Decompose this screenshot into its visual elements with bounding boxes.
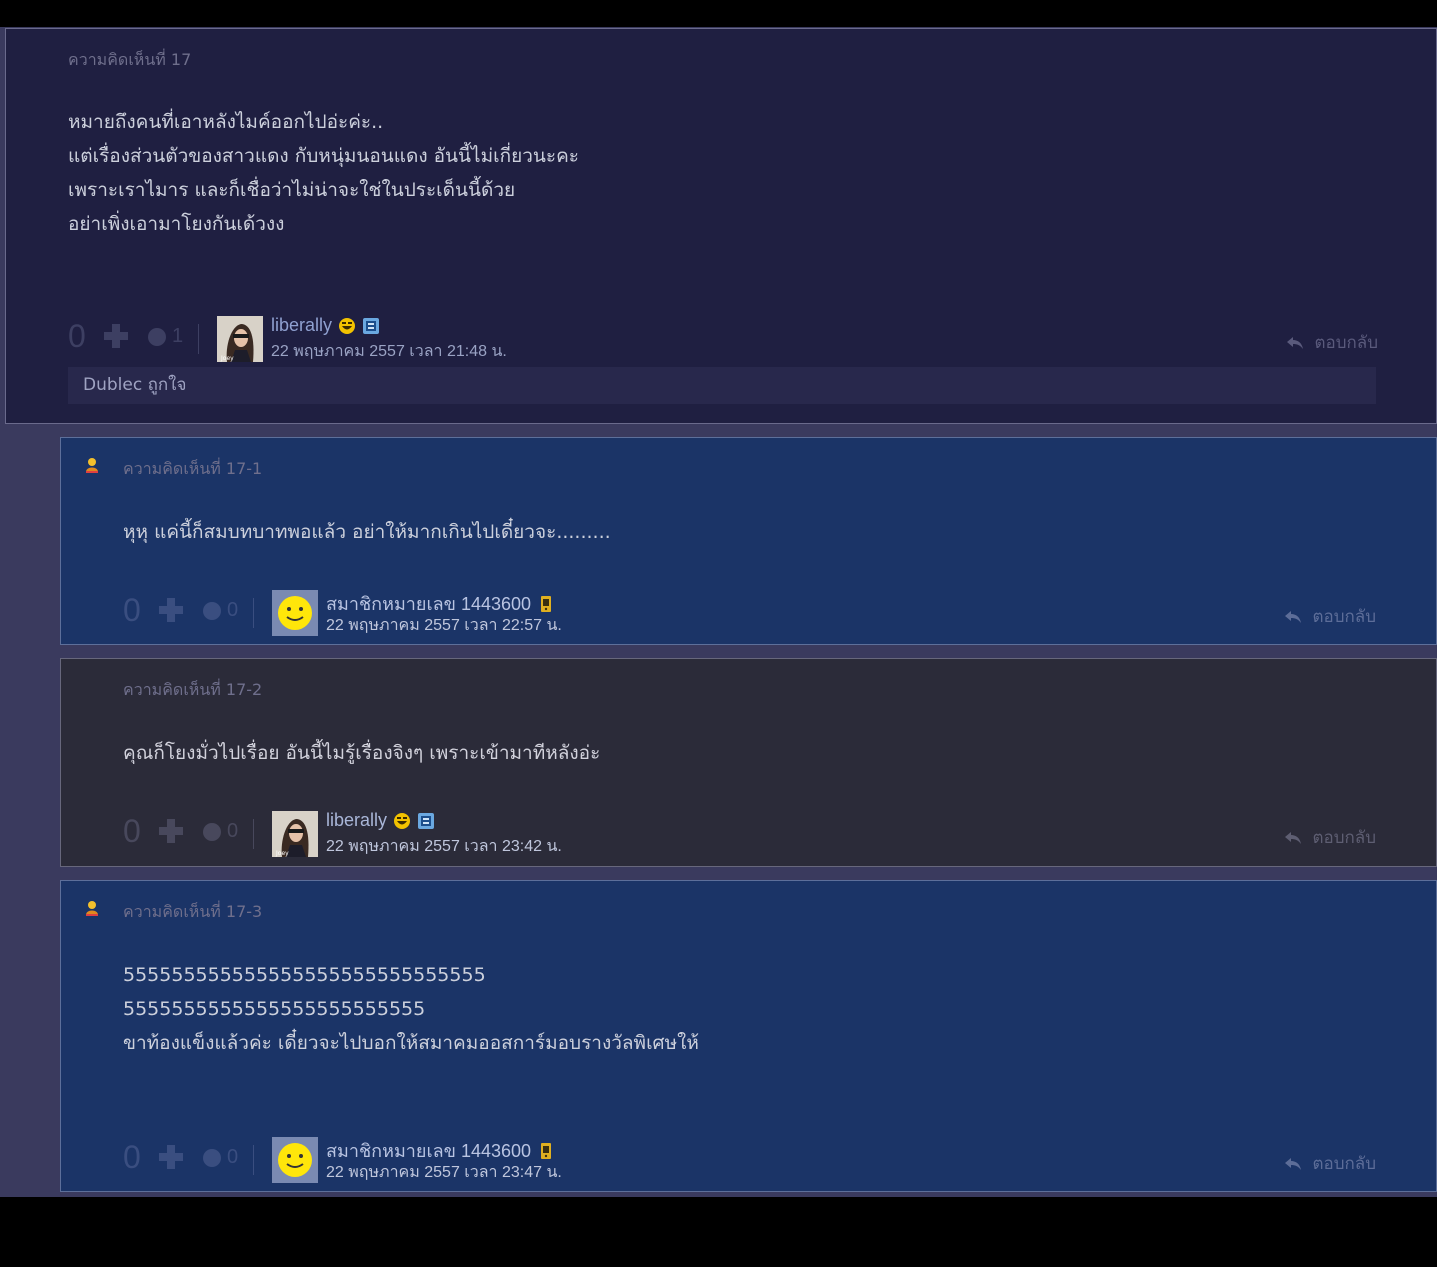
divider (253, 819, 254, 849)
emotion-button[interactable]: 0 (203, 1146, 238, 1169)
plus-icon[interactable] (157, 1143, 185, 1171)
comment-body: หมายถึงคนที่เอาหลังไมค์ออกไปอ่ะค่ะ.. แต่… (68, 105, 579, 241)
comment-number: ความคิดเห็นที่ 17-1 (123, 459, 263, 478)
comment-number: ความคิดเห็นที่ 17 (68, 50, 192, 69)
liked-by-note: Dublec ถูกใจ (68, 367, 1376, 404)
comment-footer: 0 0 สมาชิกหมายเลข 1443600 22 พฤษภาคม 255… (123, 586, 1376, 636)
timestamp: 22 พฤษภาคม 2557 เวลา 23:47 น. (326, 1164, 562, 1181)
user-avatar[interactable]: Joey (217, 316, 263, 362)
reply-arrow-icon (1285, 831, 1302, 844)
emotion-count: 0 (227, 599, 239, 621)
top-black-bar (0, 0, 1437, 27)
comment-footer: 0 0 สมาชิกหมายเลข 1443600 22 พฤษภาคม 255… (123, 1133, 1376, 1183)
username-link[interactable]: liberally (271, 315, 332, 336)
comment-17-2: ความคิดเห็นที่ 17-2 คุณก็โยงมั่วไปเรื่อย… (60, 658, 1437, 867)
comment-line: หมายถึงคนที่เอาหลังไมค์ออกไปอ่ะค่ะ.. (68, 111, 384, 133)
reply-button[interactable]: ตอบกลับ (1284, 824, 1376, 851)
timestamp: 22 พฤษภาคม 2557 เวลา 23:42 น. (326, 838, 562, 855)
comment-body: คุณก็โยงมั่วไปเรื่อย อันนี้ไมรู้เรื่องจิ… (123, 736, 600, 770)
reply-button[interactable]: ตอบกลับ (1284, 1150, 1376, 1177)
comment-17: ความคิดเห็นที่ 17 หมายถึงคนที่เอาหลังไมค… (5, 28, 1437, 424)
comment-line: เพราะเราไมาร และก็เชื่อว่าไม่น่าจะใช่ในป… (68, 179, 516, 201)
emotion-count: 1 (172, 325, 184, 347)
topic-owner-icon (86, 901, 98, 916)
divider (198, 324, 199, 354)
reply-arrow-icon (1285, 610, 1302, 623)
comment-line: หุหุ แค่นี้ก็สมบทบาทพอแล้ว อย่าให้มากเกิ… (123, 521, 611, 543)
blog-badge-icon (418, 812, 435, 829)
timestamp: 22 พฤษภาคม 2557 เวลา 21:48 น. (271, 343, 507, 360)
laugh-emoji-icon (394, 812, 411, 829)
reply-button[interactable]: ตอบกลับ (1286, 329, 1378, 356)
svg-text:Joey: Joey (275, 850, 289, 857)
topic-owner-icon (86, 458, 98, 473)
user-info: liberally (326, 810, 435, 831)
smiley-avatar[interactable] (272, 590, 318, 636)
emotion-button[interactable]: 0 (203, 820, 238, 843)
emotion-button[interactable]: 0 (203, 599, 238, 622)
comment-line: คุณก็โยงมั่วไปเรื่อย อันนี้ไมรู้เรื่องจิ… (123, 742, 601, 764)
reply-label: ตอบกลับ (1312, 1154, 1376, 1174)
user-avatar[interactable]: Joey (272, 811, 318, 857)
comment-17-1: ความคิดเห็นที่ 17-1 หุหุ แค่นี้ก็สมบทบาท… (60, 437, 1437, 645)
reply-label: ตอบกลับ (1312, 828, 1376, 848)
timestamp: 22 พฤษภาคม 2557 เวลา 22:57 น. (326, 617, 562, 634)
plus-icon[interactable] (157, 596, 185, 624)
comment-line: 5555555555555555555555555 (123, 998, 426, 1020)
emotion-icon (203, 1148, 221, 1167)
mobile-badge-icon (541, 595, 552, 612)
comment-body: หุหุ แค่นี้ก็สมบทบาทพอแล้ว อย่าให้มากเกิ… (123, 515, 611, 549)
comment-thread: ความคิดเห็นที่ 17 หมายถึงคนที่เอาหลังไมค… (0, 27, 1437, 1197)
bottom-black-bar (0, 1197, 1437, 1267)
divider (253, 598, 254, 628)
vote-count: 0 (68, 318, 86, 354)
blog-badge-icon (363, 317, 380, 334)
emotion-icon (203, 601, 221, 620)
user-info: liberally (271, 315, 380, 336)
emotion-count: 0 (227, 1146, 239, 1168)
comment-line: อย่าเพิ่งเอามาโยงกันเด้วงง (68, 213, 285, 235)
smiley-avatar[interactable] (272, 1137, 318, 1183)
reply-arrow-icon (1285, 1157, 1302, 1170)
reply-arrow-icon (1287, 336, 1304, 349)
vote-count: 0 (123, 813, 141, 849)
comment-17-3: ความคิดเห็นที่ 17-3 55555555555555555555… (60, 880, 1437, 1192)
laugh-emoji-icon (339, 317, 356, 334)
reply-label: ตอบกลับ (1312, 607, 1376, 627)
comment-body: 555555555555555555555555555555 555555555… (123, 958, 699, 1060)
reply-button[interactable]: ตอบกลับ (1284, 603, 1376, 630)
plus-icon[interactable] (102, 322, 130, 350)
vote-count: 0 (123, 592, 141, 628)
comment-footer: 0 1 Joey liberally 22 พฤษภาคม 2557 เวลา … (68, 312, 1378, 362)
comment-line: แต่เรื่องส่วนตัวของสาวแดง กับหนุ่มนอนแดง… (68, 145, 580, 167)
mobile-badge-icon (541, 1142, 552, 1159)
divider (253, 1145, 254, 1175)
emotion-icon (148, 327, 166, 346)
comment-line: ขาท้องแข็งแล้วค่ะ เดี๋ยวจะไปบอกให้สมาคมอ… (123, 1032, 699, 1054)
comment-footer: 0 0 Joey liberally 22 พฤษภาคม 2557 เวลา … (123, 807, 1376, 857)
plus-icon[interactable] (157, 817, 185, 845)
comment-number: ความคิดเห็นที่ 17-2 (123, 680, 263, 699)
username-link[interactable]: liberally (326, 810, 387, 831)
svg-text:Joey: Joey (220, 355, 234, 362)
emotion-count: 0 (227, 820, 239, 842)
reply-label: ตอบกลับ (1314, 333, 1378, 353)
emotion-icon (203, 822, 221, 841)
vote-count: 0 (123, 1139, 141, 1175)
comment-line: 555555555555555555555555555555 (123, 964, 486, 986)
emotion-button[interactable]: 1 (148, 325, 183, 348)
comment-number: ความคิดเห็นที่ 17-3 (123, 902, 263, 921)
